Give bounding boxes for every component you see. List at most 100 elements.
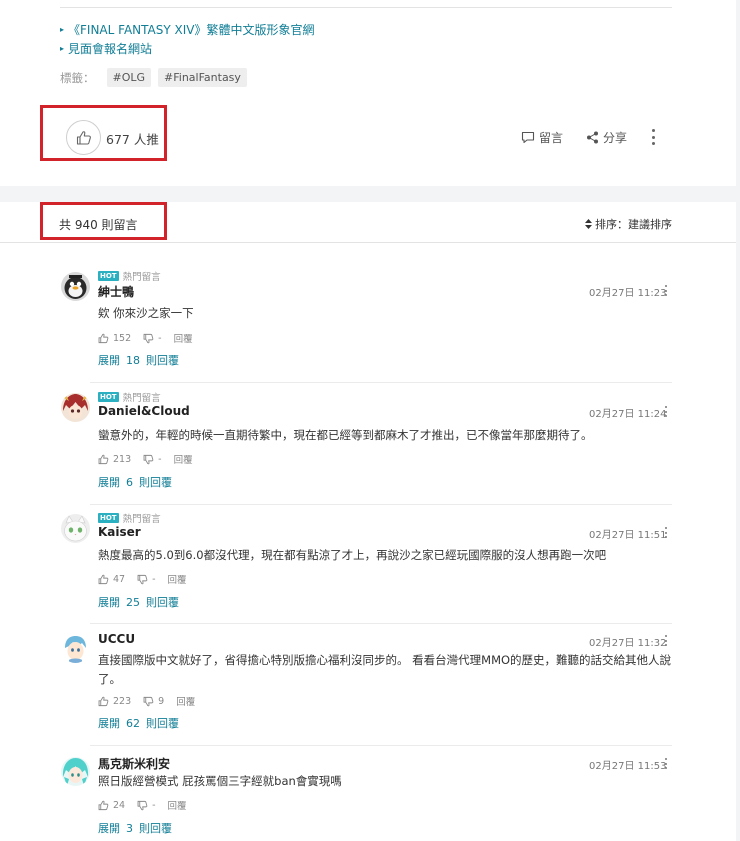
- hot-badge: HOT: [98, 271, 119, 281]
- comment-username[interactable]: 紳士鴨: [98, 283, 134, 300]
- avatar[interactable]: [61, 393, 90, 422]
- thumbs-up-icon[interactable]: [98, 333, 109, 344]
- expand-replies-link[interactable]: 展開 62 則回覆: [98, 715, 185, 731]
- avatar[interactable]: [61, 757, 90, 786]
- sort-icon: [585, 219, 592, 229]
- expand-replies-link[interactable]: 展開 18 則回覆: [98, 352, 185, 368]
- comment-label: 留言: [539, 131, 564, 145]
- dislike-count: -: [152, 799, 156, 811]
- comment-username[interactable]: UCCU: [98, 632, 135, 646]
- comment-time: 02月27日 11:53: [589, 761, 667, 772]
- dislike-count: -: [152, 573, 156, 585]
- expand-suffix: 則回覆: [146, 354, 179, 367]
- more-options-icon[interactable]: [649, 128, 657, 146]
- comment-time: 02月27日 11:24: [589, 409, 667, 420]
- thumbs-up-icon[interactable]: [98, 800, 109, 811]
- expand-suffix: 則回覆: [146, 596, 179, 609]
- reply-button[interactable]: 回覆: [174, 331, 193, 345]
- thumbs-down-icon[interactable]: [143, 454, 154, 465]
- comment-more-icon[interactable]: [665, 758, 668, 769]
- dislike-count: -: [158, 453, 162, 465]
- hot-badge: HOT: [98, 392, 119, 402]
- thumbs-up-icon[interactable]: [98, 574, 109, 585]
- like-count: 47: [113, 573, 126, 585]
- link-text: 《FINAL FANTASY XIV》繁體中文版形象官網: [68, 23, 315, 37]
- comment-username[interactable]: Kaiser: [98, 525, 141, 539]
- hot-comment-badge: HOT 熱門留言: [98, 390, 161, 404]
- comment-more-icon[interactable]: [665, 285, 668, 296]
- link-text: 見面會報名網站: [68, 42, 153, 56]
- comment-more-icon[interactable]: [665, 527, 668, 538]
- comment-text: 欸 你來沙之家一下: [98, 306, 194, 320]
- expand-replies-link[interactable]: 展開 3 則回覆: [98, 820, 178, 836]
- expand-label: 展開: [98, 596, 120, 609]
- comment-more-icon[interactable]: [665, 406, 668, 417]
- sort-dropdown[interactable]: 排序：建議排序: [585, 216, 672, 232]
- comment-text: 照日版經營模式 屁孩罵個三字經就ban會實現嗎: [98, 774, 342, 788]
- comment-bubble-icon: [521, 131, 535, 144]
- share-button[interactable]: 分享: [586, 129, 627, 146]
- comment-actions: 223 9 回覆: [98, 694, 195, 708]
- thumbs-up-icon[interactable]: [98, 696, 109, 707]
- comment-time: 02月27日 11:23: [589, 288, 667, 299]
- like-count: 152: [113, 332, 132, 344]
- thumbs-down-icon[interactable]: [137, 800, 148, 811]
- link-ffxiv-official-site[interactable]: ▸ 《FINAL FANTASY XIV》繁體中文版形象官網: [60, 21, 314, 38]
- reply-button[interactable]: 回覆: [168, 572, 187, 586]
- comment-actions: 47 - 回覆: [98, 572, 187, 586]
- comment-more-icon[interactable]: [665, 635, 668, 646]
- avatar[interactable]: [61, 272, 90, 301]
- divider: [60, 7, 672, 8]
- reply-button[interactable]: 回覆: [174, 452, 193, 466]
- expand-suffix: 則回覆: [146, 717, 179, 730]
- annotation-highlight-box: [40, 105, 167, 161]
- comment-username[interactable]: Daniel&Cloud: [98, 404, 190, 418]
- comment-text: 熱度最高的5.0到6.0都沒代理，現在都有點涼了才上，再說沙之家已經玩國際服的沒…: [98, 548, 607, 562]
- comment-actions: 24 - 回覆: [98, 798, 187, 812]
- thumbs-down-icon[interactable]: [143, 696, 154, 707]
- like-count: 213: [113, 453, 132, 465]
- hot-comment-badge: HOT 熱門留言: [98, 511, 161, 525]
- comment-username[interactable]: 馬克斯米利安: [98, 755, 170, 772]
- tag-list: 標籤： #OLG #FinalFantasy: [60, 68, 254, 87]
- sort-label: 排序：建議排序: [595, 218, 672, 231]
- like-count: 24: [113, 799, 126, 811]
- divider: [90, 745, 672, 746]
- tag-finalfantasy[interactable]: #FinalFantasy: [158, 68, 247, 87]
- like-count: 223: [113, 695, 132, 707]
- dislike-count: 9: [158, 695, 165, 707]
- reply-button[interactable]: 回覆: [168, 798, 187, 812]
- expand-label: 展開: [98, 476, 120, 489]
- avatar[interactable]: [61, 514, 90, 543]
- reply-count: 62: [126, 717, 140, 730]
- expand-replies-link[interactable]: 展開 25 則回覆: [98, 594, 185, 610]
- expand-suffix: 則回覆: [139, 476, 172, 489]
- hot-label: 熱門留言: [122, 393, 161, 404]
- reply-count: 25: [126, 596, 140, 609]
- annotation-highlight-box: [40, 202, 167, 240]
- divider: [90, 382, 672, 383]
- hot-label: 熱門留言: [122, 514, 161, 525]
- avatar[interactable]: [61, 634, 90, 663]
- comment-actions: 213 - 回覆: [98, 452, 193, 466]
- thumbs-down-icon[interactable]: [143, 333, 154, 344]
- comment-time: 02月27日 11:51: [589, 530, 667, 541]
- expand-suffix: 則回覆: [139, 822, 172, 835]
- divider: [90, 623, 672, 624]
- reply-count: 6: [126, 476, 133, 489]
- comment-button[interactable]: 留言: [521, 129, 563, 146]
- reply-count: 18: [126, 354, 140, 367]
- share-icon: [587, 131, 598, 144]
- tag-olg[interactable]: #OLG: [106, 68, 152, 87]
- thumbs-up-icon[interactable]: [98, 454, 109, 465]
- caret-right-icon: ▸: [60, 25, 65, 34]
- hot-badge: HOT: [98, 513, 119, 523]
- thumbs-down-icon[interactable]: [137, 574, 148, 585]
- reply-button[interactable]: 回覆: [176, 694, 195, 708]
- expand-label: 展開: [98, 822, 120, 835]
- caret-right-icon: ▸: [60, 44, 65, 53]
- hot-label: 熱門留言: [122, 272, 161, 283]
- expand-replies-link[interactable]: 展開 6 則回覆: [98, 474, 178, 490]
- link-meetup-signup[interactable]: ▸ 見面會報名網站: [60, 40, 152, 57]
- expand-label: 展開: [98, 717, 120, 730]
